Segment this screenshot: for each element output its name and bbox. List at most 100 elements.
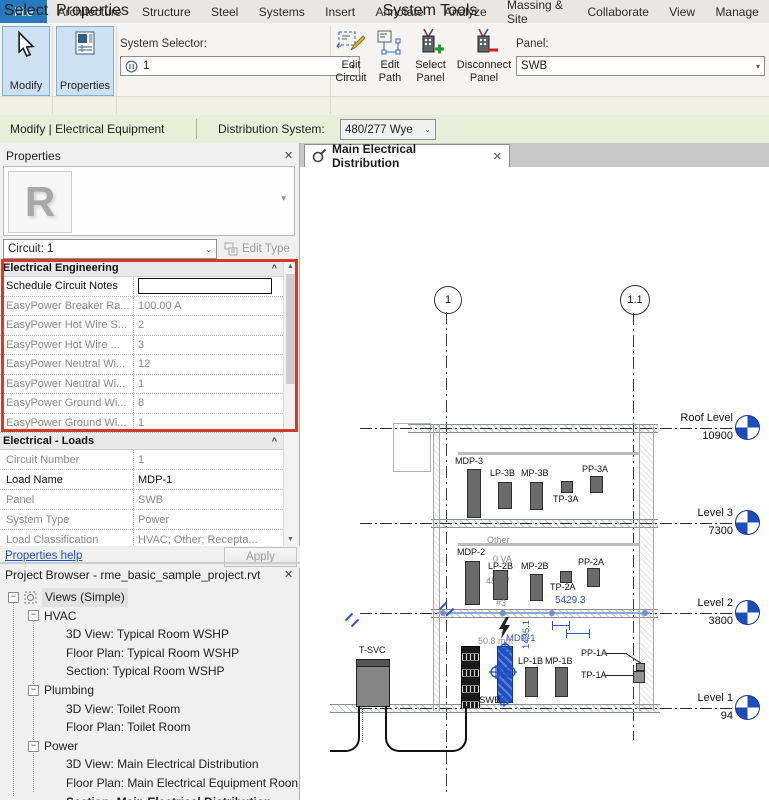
property-row[interactable]: EasyPower Neutral Wi...12: [0, 355, 283, 375]
level-name[interactable]: Level 1: [645, 692, 733, 704]
tree-item[interactable]: Floor Plan: Main Electrical Equipment Ro…: [0, 774, 298, 793]
conduit-run[interactable]: [385, 706, 467, 752]
collapse-icon[interactable]: ^: [272, 263, 277, 273]
tree-item-plumbing[interactable]: − Plumbing: [0, 681, 298, 700]
equipment-tag[interactable]: MDP-2: [457, 547, 485, 557]
close-icon[interactable]: ✕: [284, 568, 293, 581]
apply-button[interactable]: Apply: [224, 547, 297, 567]
scroll-down-icon[interactable]: ▼: [284, 536, 297, 543]
equipment-pp-3a[interactable]: [590, 476, 603, 493]
move-control-icon[interactable]: [498, 642, 512, 656]
tree-item-active-view[interactable]: Section: Main Electrical Distribution: [0, 793, 298, 800]
collapse-expander-icon[interactable]: −: [28, 685, 39, 696]
section-electrical-loads[interactable]: Electrical - Loads ^: [0, 433, 283, 450]
property-row[interactable]: Schedule Circuit Notes: [0, 277, 283, 297]
circuit-selector-dropdown[interactable]: Circuit: 1 ⌄: [3, 239, 217, 259]
circuit-node[interactable]: [642, 610, 648, 616]
tree-item-views-simple[interactable]: − Views (Simple): [0, 588, 298, 607]
equipment-tag[interactable]: T-SVC: [359, 645, 386, 655]
system-tools-group-label[interactable]: System Tools: [330, 2, 530, 20]
tab-steel[interactable]: Steel: [201, 0, 249, 23]
equipment-tag[interactable]: MP-2B: [521, 561, 549, 571]
grid-bubble-1[interactable]: 1: [434, 286, 462, 314]
schedule-circuit-notes-input[interactable]: [138, 278, 272, 294]
level-line-3[interactable]: [360, 523, 736, 524]
property-row[interactable]: Circuit Number1: [0, 450, 283, 470]
left-wall[interactable]: [433, 424, 440, 711]
equipment-tag[interactable]: SWB: [479, 695, 501, 706]
collapse-icon[interactable]: ^: [272, 436, 277, 446]
tab-view[interactable]: View: [659, 0, 705, 23]
section-electrical-engineering[interactable]: Electrical Engineering ^: [0, 260, 283, 277]
equipment-tp-1a[interactable]: [633, 671, 645, 683]
level-elevation[interactable]: 3800: [645, 615, 733, 627]
distribution-system-dropdown[interactable]: 480/277 Wye ⌄: [340, 119, 436, 140]
properties-help-link[interactable]: Properties help: [5, 550, 82, 562]
equipment-switchboard[interactable]: [461, 646, 480, 708]
tree-item[interactable]: 3D View: Typical Room WSHP: [0, 625, 298, 644]
level-name[interactable]: Roof Level: [645, 412, 733, 424]
close-icon[interactable]: ✕: [284, 149, 293, 162]
property-row[interactable]: PanelSWB: [0, 490, 283, 510]
equipment-mdp-3[interactable]: [467, 469, 481, 518]
properties-button[interactable]: Properties: [56, 26, 114, 96]
grid-bubble-1-1[interactable]: 1.1: [620, 285, 650, 315]
equipment-lp-3b[interactable]: [498, 482, 512, 509]
level-name[interactable]: Level 3: [645, 507, 733, 519]
equipment-tp-3a[interactable]: [561, 481, 573, 493]
tree-item[interactable]: Floor Plan: Toilet Room: [0, 718, 298, 737]
dimension-text[interactable]: 5429.3: [555, 595, 586, 606]
edit-path-button[interactable]: Edit Path: [372, 26, 408, 94]
level-head-icon[interactable]: [735, 600, 760, 625]
properties-scrollbar[interactable]: ▲ ▼: [283, 260, 297, 546]
circuit-node[interactable]: [500, 610, 506, 616]
equipment-tag[interactable]: LP-1B: [518, 656, 543, 666]
tab-collaborate[interactable]: Collaborate: [577, 0, 659, 23]
equipment-pp-1a[interactable]: [636, 663, 645, 671]
equipment-mp-1b[interactable]: [555, 667, 568, 697]
equipment-tag[interactable]: PP-2A: [578, 557, 604, 567]
scroll-up-icon[interactable]: ▲: [284, 263, 297, 270]
disconnect-panel-button[interactable]: Disconnect Panel: [452, 26, 516, 94]
equipment-lp-1b[interactable]: [525, 667, 538, 697]
property-row[interactable]: EasyPower Ground Wi...8: [0, 394, 283, 414]
conduit-run[interactable]: [330, 706, 360, 752]
edit-type-button[interactable]: Edit Type: [224, 239, 296, 259]
tab-manage[interactable]: Manage: [705, 0, 769, 23]
scrollbar-thumb[interactable]: [286, 274, 295, 384]
equipment-t-svc-transformer[interactable]: [356, 659, 390, 707]
equipment-tag[interactable]: PP-1A: [581, 648, 607, 658]
modify-button[interactable]: Modify: [2, 26, 50, 96]
tree-item[interactable]: 3D View: Main Electrical Distribution: [0, 755, 298, 774]
panel-dropdown[interactable]: SWB ▾: [516, 56, 765, 76]
equipment-tag[interactable]: MP-3B: [521, 468, 549, 478]
collapse-expander-icon[interactable]: −: [28, 610, 39, 621]
property-row[interactable]: Load NameMDP-1: [0, 470, 283, 490]
equipment-tag[interactable]: LP-3B: [490, 468, 515, 478]
move-control-icon[interactable]: [503, 665, 517, 679]
equipment-mdp-2[interactable]: [465, 561, 480, 605]
equipment-tag[interactable]: TP-2A: [550, 582, 576, 592]
properties-group-label[interactable]: Properties: [56, 2, 112, 20]
property-row[interactable]: EasyPower Neutral Wi...1: [0, 375, 283, 395]
chevron-down-icon[interactable]: ▾: [281, 193, 286, 204]
level-line-roof[interactable]: [360, 428, 736, 429]
level-elevation[interactable]: 10900: [645, 430, 733, 442]
type-selector[interactable]: R ▾: [3, 166, 295, 236]
collapse-expander-icon[interactable]: −: [8, 592, 19, 603]
close-icon[interactable]: ✕: [493, 150, 502, 163]
property-row[interactable]: EasyPower Hot Wire S...2: [0, 316, 283, 336]
select-panel-button[interactable]: Select Panel: [409, 26, 452, 94]
equipment-tag[interactable]: TP-3A: [553, 494, 579, 504]
view-tab-main-electrical-distribution[interactable]: Main Electrical Distribution ✕: [304, 144, 510, 167]
edit-circuit-button[interactable]: Edit Circuit: [331, 26, 371, 94]
system-selector-dropdown[interactable]: 1 ▾: [120, 56, 360, 76]
tab-systems[interactable]: Systems: [249, 0, 315, 23]
level-head-icon[interactable]: [735, 510, 760, 535]
level-name[interactable]: Level 2: [645, 597, 733, 609]
equipment-tag[interactable]: PP-3A: [582, 464, 608, 474]
level-elevation[interactable]: 7300: [645, 525, 733, 537]
level-head-icon[interactable]: [735, 415, 760, 440]
equipment-mp-3b[interactable]: [530, 482, 543, 510]
property-row[interactable]: System TypePower: [0, 510, 283, 530]
